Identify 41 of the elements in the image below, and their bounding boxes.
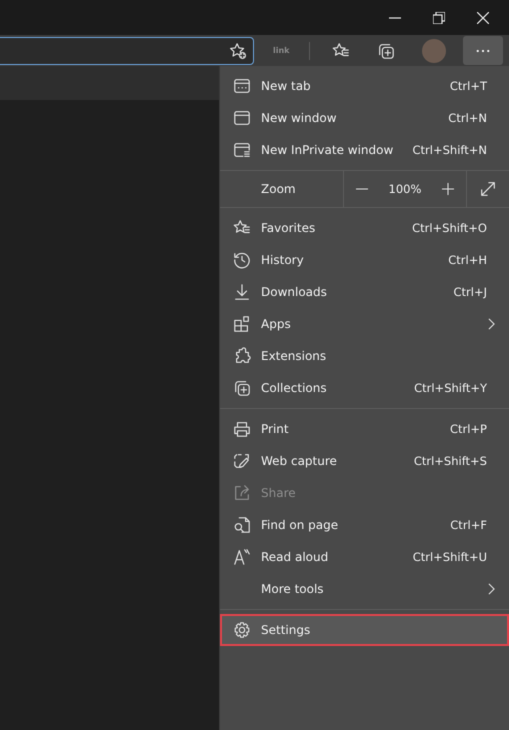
private-window-icon [233, 141, 251, 159]
menu-item[interactable]: Favorites Ctrl+Shift+O [220, 212, 509, 244]
share-icon [233, 484, 251, 502]
menu-item[interactable]: Collections Ctrl+Shift+Y [220, 372, 509, 404]
read-aloud-icon [233, 548, 251, 566]
menu-item[interactable]: New window Ctrl+N [220, 102, 509, 134]
collections-icon[interactable] [376, 42, 394, 60]
history-icon [233, 251, 251, 269]
chevron-right-icon [488, 318, 495, 330]
find-icon [233, 516, 251, 534]
window-icon [233, 109, 251, 127]
capture-icon [233, 452, 251, 470]
new-tab-icon [233, 77, 251, 95]
fullscreen-icon[interactable] [479, 180, 497, 198]
chevron-right-icon [488, 583, 495, 595]
more-icon [476, 48, 490, 52]
zoom-value: 100% [388, 182, 422, 196]
collections-icon [233, 379, 251, 397]
printer-icon [233, 420, 251, 438]
menu-item[interactable]: Web capture Ctrl+Shift+S [220, 445, 509, 477]
menu-item[interactable]: New tab Ctrl+T [220, 70, 509, 102]
download-icon [233, 283, 251, 301]
puzzle-icon [233, 347, 251, 365]
address-field[interactable] [0, 36, 254, 64]
restore-icon[interactable] [433, 12, 445, 24]
zoom-label: Zoom [260, 181, 297, 198]
menu-item[interactable]: Settings [220, 614, 509, 646]
plus-icon[interactable] [440, 181, 456, 197]
menu-item[interactable]: Find on page Ctrl+F [220, 509, 509, 541]
close-icon[interactable] [477, 12, 489, 24]
menu-item[interactable]: Extensions [220, 340, 509, 372]
settings-icon [233, 621, 251, 639]
menu-item[interactable]: More tools [220, 573, 509, 605]
menu-item[interactable]: Downloads Ctrl+J [220, 276, 509, 308]
menu-item[interactable]: History Ctrl+H [220, 244, 509, 276]
star-plus-icon[interactable] [229, 42, 247, 60]
menu-item[interactable]: Read aloud Ctrl+Shift+U [220, 541, 509, 573]
menu-item[interactable]: New InPrivate window Ctrl+Shift+N [220, 134, 509, 166]
apps-icon [233, 315, 251, 333]
menu-item[interactable]: Print Ctrl+P [220, 413, 509, 445]
menu-item[interactable]: Apps [220, 308, 509, 340]
